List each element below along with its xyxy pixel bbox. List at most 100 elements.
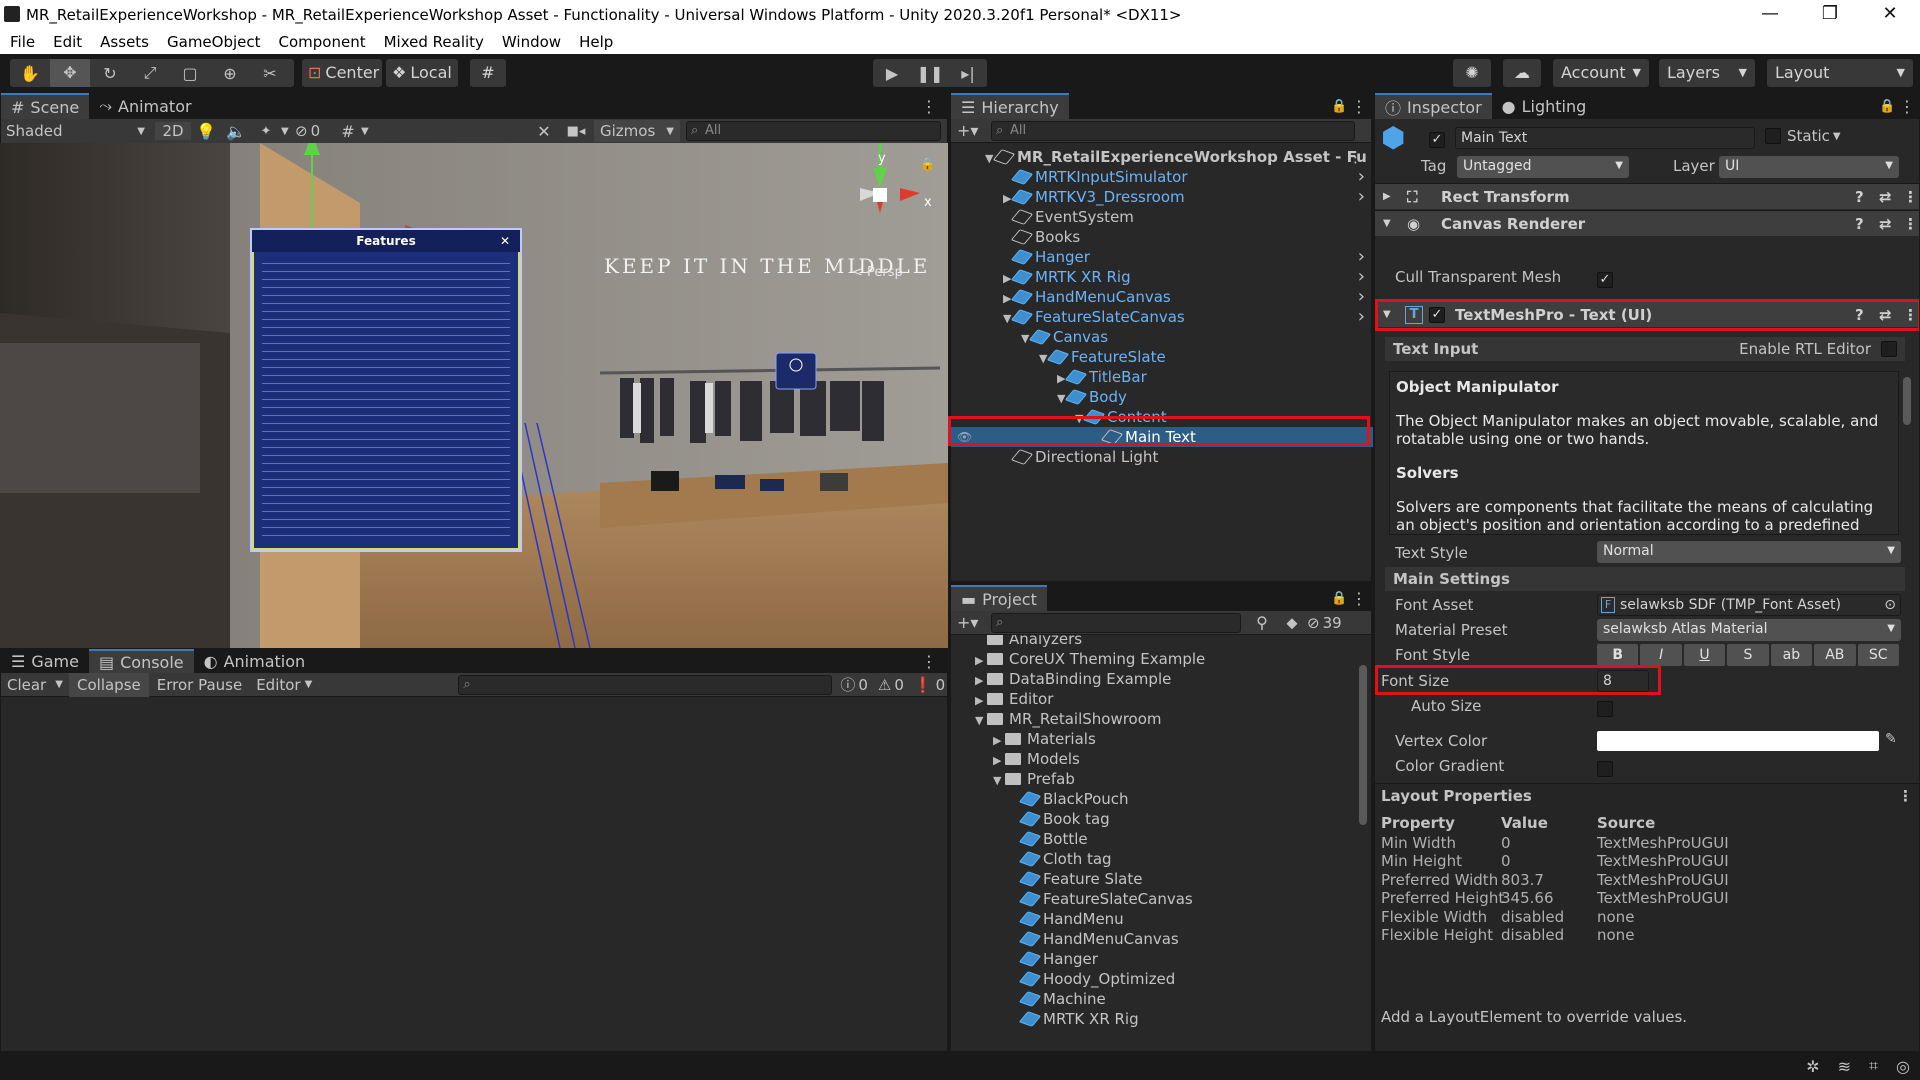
preset-icon[interactable]: ⇄: [1879, 184, 1903, 210]
tab-scene[interactable]: # Scene: [1, 93, 90, 119]
layout-dropdown[interactable]: Layout ▼: [1767, 59, 1913, 87]
text-style-dropdown[interactable]: Normal ▼: [1597, 541, 1901, 563]
more-options-icon[interactable]: ⋮: [1903, 184, 1919, 210]
lock-icon[interactable]: 🔒: [1879, 99, 1899, 114]
hierarchy-item[interactable]: ▶ MRTKV3_Dressroom ›: [951, 187, 1373, 207]
textmeshpro-header[interactable]: ▼ T ✓ TextMeshPro - Text (UI) ? ⇄ ⋮: [1375, 301, 1919, 328]
hierarchy-item[interactable]: ▼ Body: [951, 387, 1373, 407]
hierarchy-item[interactable]: EventSystem: [951, 207, 1373, 227]
project-prefab[interactable]: Hanger: [951, 949, 1355, 969]
more-options-icon[interactable]: ⋮: [1899, 97, 1919, 116]
rect-tool-icon[interactable]: ▢: [170, 64, 210, 83]
rect-transform-header[interactable]: ▶ ⛶ Rect Transform ? ⇄ ⋮: [1375, 183, 1919, 210]
tab-animator[interactable]: ⤳ Animator: [89, 93, 201, 119]
hidden-objects-toggle[interactable]: ⊘ 0: [295, 122, 335, 140]
warning-count-toggle[interactable]: ⚠ 0: [878, 676, 904, 694]
menu-component[interactable]: Component: [269, 30, 374, 51]
lock-icon[interactable]: 🔒: [920, 157, 935, 171]
hidden-packages-toggle[interactable]: ⊘ 39: [1307, 614, 1367, 632]
tag-dropdown[interactable]: Untagged ▼: [1457, 156, 1629, 178]
hierarchy-item[interactable]: Hanger ›: [951, 247, 1373, 267]
log-count-toggle[interactable]: ⓘ 0: [840, 674, 868, 695]
rtl-checkbox[interactable]: [1881, 341, 1897, 357]
help-icon[interactable]: ?: [1855, 211, 1879, 237]
tab-hierarchy[interactable]: ☰ Hierarchy: [951, 93, 1069, 119]
visibility-icon[interactable]: 👁: [957, 427, 972, 447]
font-size-input[interactable]: 8: [1597, 670, 1649, 692]
gizmos-dropdown[interactable]: Gizmos ▼: [594, 120, 680, 142]
project-folder[interactable]: ▶ Materials: [951, 729, 1355, 749]
prefab-open-icon[interactable]: ›: [1358, 307, 1365, 327]
debug-icon[interactable]: ⌗: [1869, 1056, 1878, 1076]
layers-dropdown[interactable]: Layers ▼: [1659, 59, 1755, 87]
font-style-button[interactable]: I: [1640, 644, 1682, 666]
filter-label-icon[interactable]: ⬥: [1277, 613, 1307, 633]
hierarchy-item[interactable]: ▼ FeatureSlateCanvas ›: [951, 307, 1373, 327]
font-style-button[interactable]: AB: [1814, 644, 1856, 666]
hierarchy-item[interactable]: Directional Light: [951, 447, 1373, 467]
tab-inspector[interactable]: ⓘ Inspector: [1375, 93, 1492, 119]
menu-help[interactable]: Help: [569, 30, 621, 51]
error-count-toggle[interactable]: ❗ 0: [914, 676, 945, 694]
chevron-down-icon[interactable]: ▼: [975, 711, 987, 731]
close-icon[interactable]: ✕: [500, 230, 510, 252]
menu-edit[interactable]: Edit: [43, 30, 90, 51]
layout-properties-header[interactable]: Layout Properties ⋮: [1375, 784, 1919, 808]
font-style-button[interactable]: S: [1727, 644, 1769, 666]
material-preset-dropdown[interactable]: selawksb Atlas Material ▼: [1597, 619, 1901, 641]
font-style-button[interactable]: SC: [1857, 644, 1899, 666]
grid-snap-icon[interactable]: #: [470, 59, 506, 87]
mode-2d-toggle[interactable]: 2D: [155, 122, 191, 140]
hierarchy-item[interactable]: ▶ HandMenuCanvas ›: [951, 287, 1373, 307]
font-style-button[interactable]: B: [1597, 644, 1639, 666]
menu-window[interactable]: Window: [492, 30, 569, 51]
move-tool-icon[interactable]: ✥: [50, 59, 90, 87]
project-prefab[interactable]: Book tag: [951, 809, 1355, 829]
color-gradient-checkbox[interactable]: [1597, 758, 1613, 777]
more-options-icon[interactable]: ⋮: [1351, 97, 1371, 116]
project-folder[interactable]: Analyzers: [951, 635, 1355, 649]
project-prefab[interactable]: MRTK XR Rig: [951, 1009, 1355, 1029]
active-checkbox[interactable]: ✓: [1429, 129, 1445, 148]
project-prefab[interactable]: FeatureSlateCanvas: [951, 889, 1355, 909]
project-folder[interactable]: ▶ DataBinding Example: [951, 669, 1355, 689]
more-options-icon[interactable]: ⋮: [911, 649, 947, 673]
lock-icon[interactable]: 🔒: [1331, 591, 1351, 606]
error-pause-button[interactable]: Error Pause: [149, 676, 250, 694]
project-prefab[interactable]: BlackPouch: [951, 789, 1355, 809]
clear-dropdown[interactable]: Clear ▼: [1, 676, 69, 694]
grid-toggle-icon[interactable]: #: [335, 122, 361, 141]
prefab-open-icon[interactable]: ›: [1358, 247, 1365, 267]
camera-icon[interactable]: ■◂: [558, 124, 594, 139]
collapse-button[interactable]: Collapse: [69, 672, 149, 697]
account-dropdown[interactable]: Account ▼: [1553, 59, 1649, 87]
menu-mixed-reality[interactable]: Mixed Reality: [374, 30, 492, 51]
menu-assets[interactable]: Assets: [90, 30, 157, 51]
chevron-right-icon[interactable]: ▶: [975, 691, 987, 711]
project-prefab[interactable]: Machine: [951, 989, 1355, 1009]
chevron-down-icon[interactable]: ▼: [993, 771, 1005, 791]
transform-tool-icon[interactable]: ⊕: [210, 64, 250, 83]
tab-lighting[interactable]: ● Lighting: [1492, 93, 1597, 119]
project-folder[interactable]: ▶ Editor: [951, 689, 1355, 709]
prefab-open-icon[interactable]: ›: [1358, 187, 1365, 207]
object-name-input[interactable]: Main Text: [1455, 127, 1755, 149]
cache-icon[interactable]: ≋: [1838, 1057, 1851, 1076]
tmp-enabled-checkbox[interactable]: ✓: [1429, 306, 1445, 323]
tab-animation[interactable]: ◐ Animation: [194, 649, 316, 673]
cull-checkbox[interactable]: ✓: [1597, 269, 1613, 288]
vertex-color-swatch[interactable]: [1597, 731, 1879, 751]
scene-search-input[interactable]: ⌕ All: [686, 121, 941, 141]
font-style-button[interactable]: ab: [1770, 644, 1813, 666]
project-prefab[interactable]: HandMenuCanvas: [951, 929, 1355, 949]
project-prefab[interactable]: Cloth tag: [951, 849, 1355, 869]
play-icon[interactable]: ▶: [873, 64, 911, 83]
project-folder[interactable]: ▶ CoreUX Theming Example: [951, 649, 1355, 669]
pivot-local-button[interactable]: ❖ Local: [386, 59, 458, 87]
lighting-toggle-icon[interactable]: 💡: [191, 122, 221, 141]
hierarchy-search-input[interactable]: ⌕ All: [991, 120, 1355, 141]
hierarchy-item[interactable]: ▶ MRTK XR Rig ›: [951, 267, 1373, 287]
font-asset-field[interactable]: Fselawksb SDF (TMP_Font Asset) ⊙: [1597, 594, 1901, 616]
hierarchy-item[interactable]: ▼ FeatureSlate: [951, 347, 1373, 367]
more-options-icon[interactable]: ⋮: [1903, 302, 1919, 328]
